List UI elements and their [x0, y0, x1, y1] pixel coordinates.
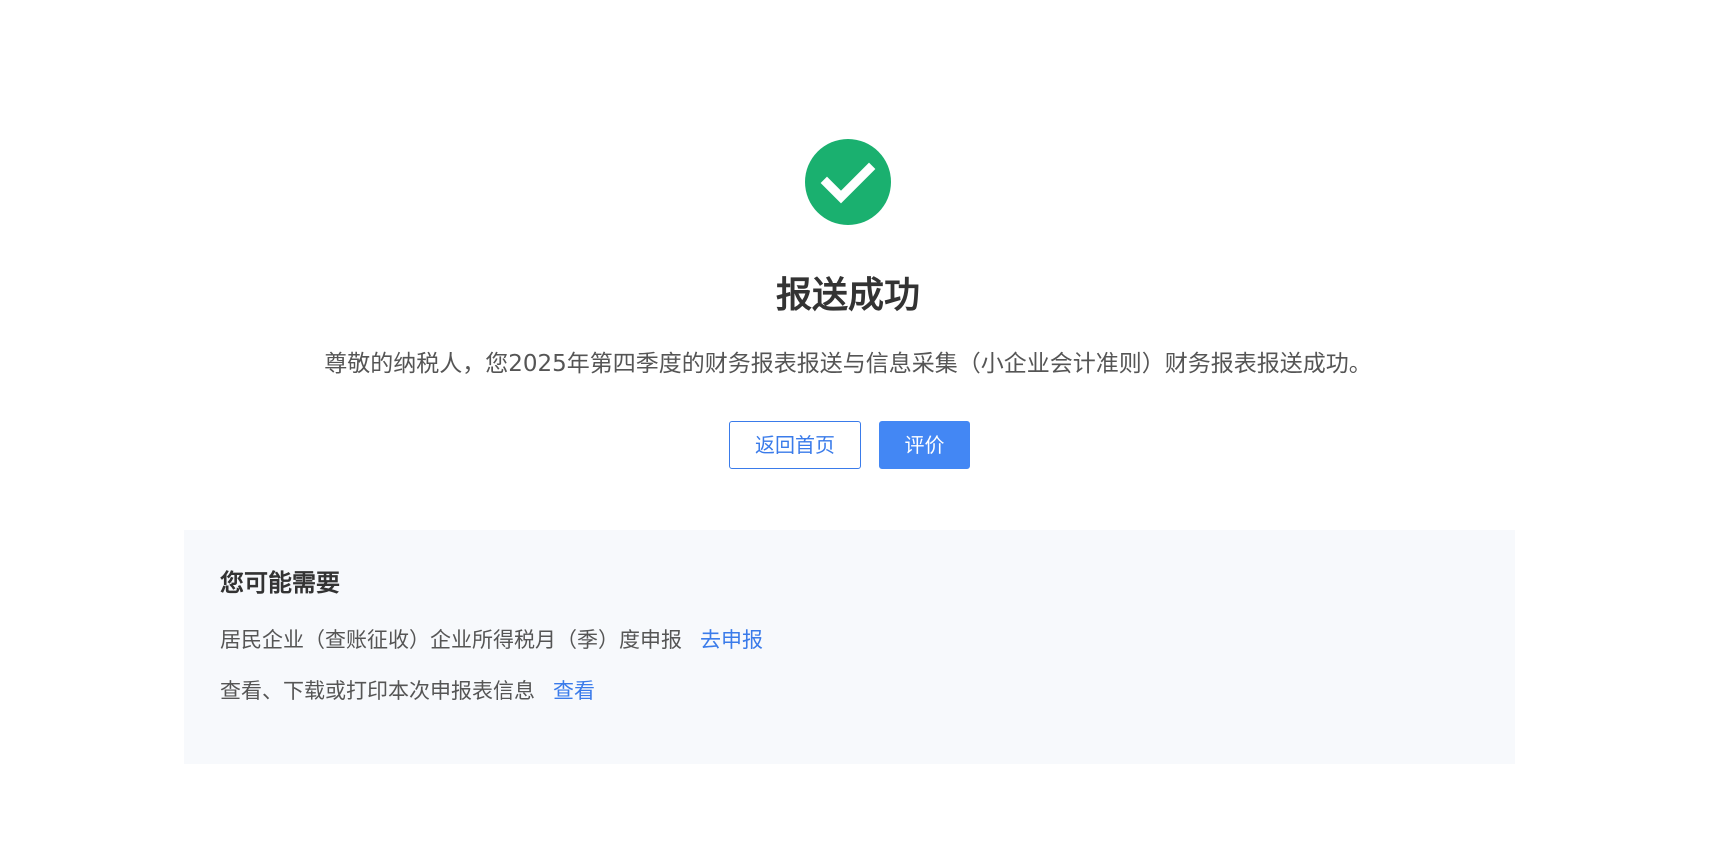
suggestions-title: 您可能需要 — [220, 569, 340, 597]
result-title: 报送成功 — [775, 275, 920, 316]
suggestions-panel: 您可能需要 居民企业（查账征收）企业所得税月（季）度申报 去申报 查看、下载或打印… — [184, 530, 1515, 764]
back-home-button[interactable]: 返回首页 — [729, 421, 861, 469]
suggestion-text: 居民企业（查账征收）企业所得税月（季）度申报 — [220, 628, 682, 652]
view-link[interactable]: 查看 — [553, 679, 595, 703]
suggestion-item: 查看、下载或打印本次申报表信息 查看 — [220, 676, 595, 706]
go-declare-link[interactable]: 去申报 — [700, 628, 763, 652]
suggestion-item: 居民企业（查账征收）企业所得税月（季）度申报 去申报 — [220, 625, 763, 655]
success-page: 报送成功 尊敬的纳税人，您2025年第四季度的财务报表报送与信息采集（小企业会计… — [0, 0, 1726, 856]
rate-button[interactable]: 评价 — [879, 421, 970, 469]
check-circle-icon — [805, 139, 891, 225]
result-message: 尊敬的纳税人，您2025年第四季度的财务报表报送与信息采集（小企业会计准则）财务… — [324, 351, 1372, 377]
suggestion-text: 查看、下载或打印本次申报表信息 — [220, 679, 535, 703]
